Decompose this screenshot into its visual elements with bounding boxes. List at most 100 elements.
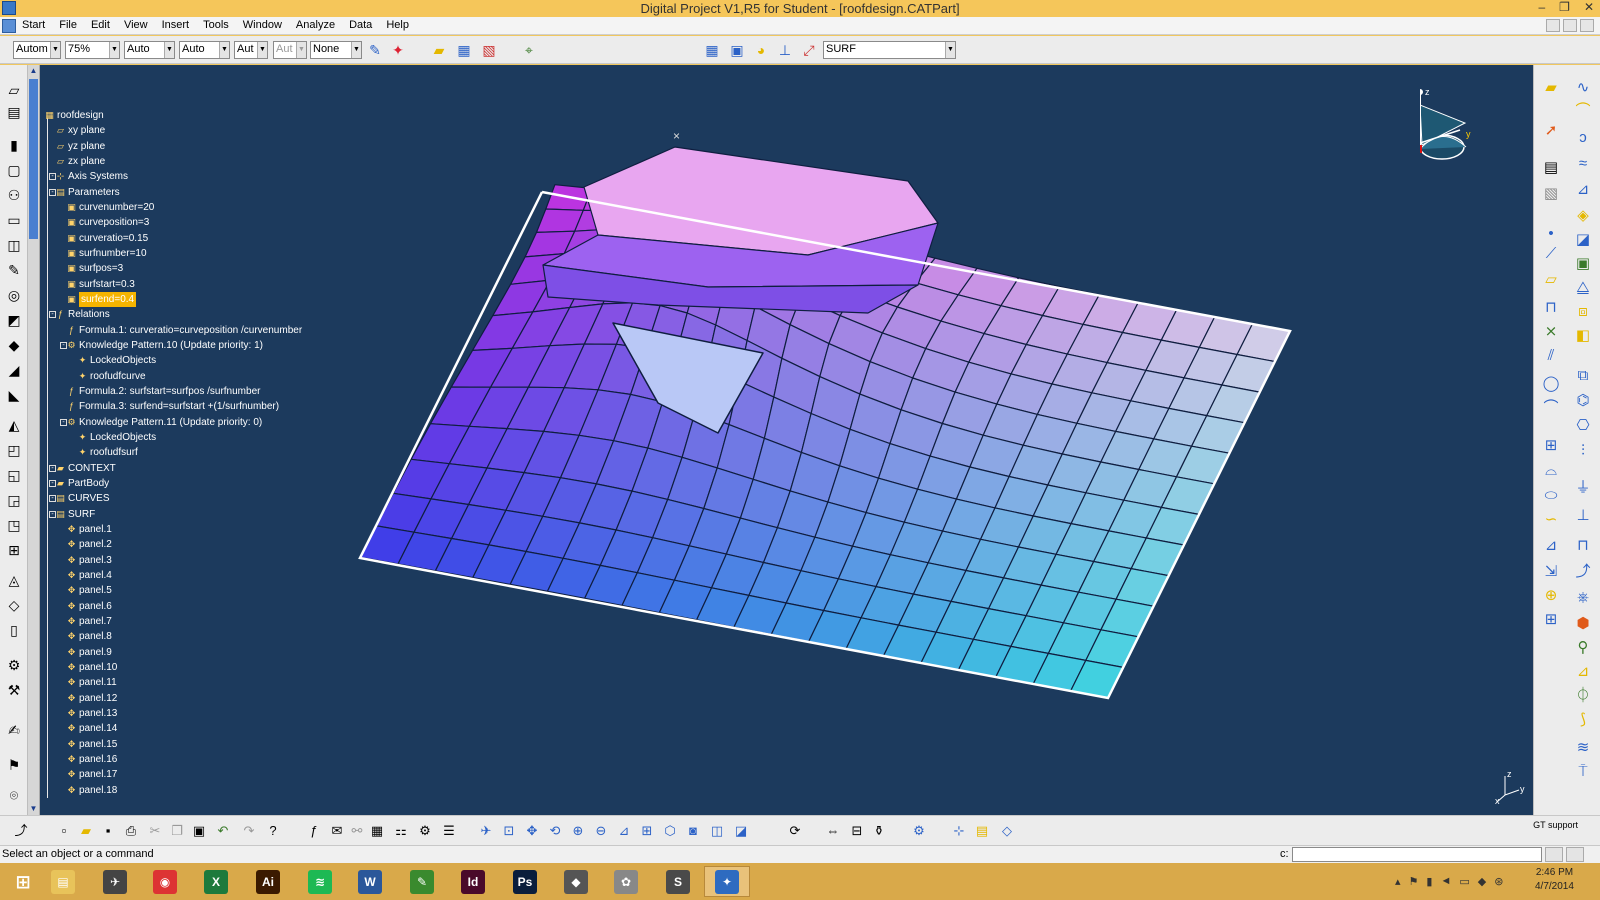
app-tray-icon[interactable]: ⊛: [1494, 875, 1503, 888]
whats-this-icon[interactable]: ⤴: [12, 822, 30, 840]
apply-material-icon[interactable]: ◇: [998, 822, 1016, 840]
tree-node[interactable]: ▱ xy plane: [55, 123, 105, 138]
analysis-icon[interactable]: ⌾: [4, 785, 24, 805]
tree-node[interactable]: ⚙ Knowledge Pattern.11 (Update priority: …: [66, 415, 262, 430]
tree-expander-icon[interactable]: -: [49, 480, 56, 487]
tree-node[interactable]: ✥ panel.2: [66, 537, 112, 552]
formula-tool-icon[interactable]: ƒ: [305, 822, 323, 840]
tree-node[interactable]: ƒ Formula.1: curveratio=curveposition /cu…: [66, 323, 302, 338]
tree-node[interactable]: ⊹ Axis Systems: [55, 169, 128, 184]
tree-node[interactable]: ✥ panel.4: [66, 568, 112, 583]
tree-node[interactable]: ✥ panel.16: [66, 752, 118, 767]
flag-icon[interactable]: ⚑: [4, 755, 24, 775]
tree-node[interactable]: ▣ surfstart=0.3: [66, 277, 135, 292]
ellipse-icon[interactable]: ⬭: [1540, 485, 1562, 507]
design-table-icon[interactable]: ▦: [368, 822, 386, 840]
projection-icon[interactable]: ⊓: [1540, 297, 1562, 319]
sketch-position-icon[interactable]: ▤: [4, 102, 24, 122]
invert-icon[interactable]: ⏀: [1572, 685, 1594, 707]
connect-icon[interactable]: ⊞: [1540, 435, 1562, 457]
tree-node[interactable]: ⚙ Knowledge Pattern.10 (Update priority: …: [66, 338, 263, 353]
undo-icon[interactable]: ↶: [214, 822, 232, 840]
boundary-icon[interactable]: ⊓: [1572, 535, 1594, 557]
snap-icon[interactable]: ▧: [480, 41, 498, 59]
extrude-icon[interactable]: ⊿: [1572, 179, 1594, 201]
ordered-set-icon[interactable]: ▧: [1540, 183, 1562, 205]
tree-node[interactable]: ▦ roofdesign: [44, 108, 103, 123]
taskbar-app[interactable]: ✎: [399, 866, 445, 897]
document-icon[interactable]: [2, 19, 16, 33]
zoom-out-icon[interactable]: ⊖: [592, 822, 610, 840]
pencil-icon[interactable]: ✎: [4, 260, 24, 280]
axis-to-axis-icon[interactable]: ⚲: [1572, 637, 1594, 659]
transparency-combo[interactable]: 75% ▼: [65, 41, 120, 59]
healing-icon[interactable]: ⌬: [1572, 390, 1594, 412]
linetype-combo[interactable]: Auto ▼: [124, 41, 175, 59]
shaft-icon[interactable]: ◫: [4, 235, 24, 255]
action-center-icon[interactable]: ⚑: [1409, 875, 1419, 888]
set-tool-icon[interactable]: ☰: [440, 822, 458, 840]
revolve-icon[interactable]: ◈: [1572, 205, 1594, 227]
tree-expander-icon[interactable]: -: [49, 311, 56, 318]
tree-expander-icon[interactable]: -: [49, 511, 56, 518]
compass-tool-icon[interactable]: ⤢: [800, 41, 818, 59]
fly-mode-icon[interactable]: ✈: [477, 822, 495, 840]
mdi-close-button[interactable]: [1580, 19, 1594, 32]
scroll-up-icon[interactable]: ▲: [28, 65, 39, 77]
tree-node[interactable]: ▰ CONTEXT: [55, 461, 116, 476]
select-arrow-icon[interactable]: ➚: [1540, 120, 1562, 142]
tree-node[interactable]: ✥ panel.12: [66, 691, 118, 706]
tree-node[interactable]: ✥ panel.18: [66, 783, 118, 798]
surface-icon[interactable]: ◬: [4, 570, 24, 590]
pan-icon[interactable]: ✥: [523, 822, 541, 840]
tree-node[interactable]: ✥ panel.14: [66, 721, 118, 736]
sweep-icon[interactable]: ◪: [1572, 229, 1594, 251]
plane-tool-icon[interactable]: ▰: [430, 41, 448, 59]
menu-file[interactable]: File: [57, 19, 89, 31]
menu-start[interactable]: Start: [20, 19, 57, 31]
taskbar-app[interactable]: ✿: [603, 866, 649, 897]
circle-icon[interactable]: ◯: [1540, 373, 1562, 395]
redo-icon[interactable]: ↷: [240, 822, 258, 840]
iso-view-icon[interactable]: ⬡: [661, 822, 679, 840]
tree-node[interactable]: ▣ curveratio=0.15: [66, 231, 148, 246]
grid-icon[interactable]: ▦: [703, 41, 721, 59]
thickness-icon[interactable]: ◱: [4, 465, 24, 485]
tree-expander-icon[interactable]: -: [60, 342, 67, 349]
menu-tools[interactable]: Tools: [201, 19, 241, 31]
law-icon[interactable]: ≋: [1572, 737, 1594, 759]
menu-insert[interactable]: Insert: [160, 19, 202, 31]
sew-icon[interactable]: ▯: [4, 620, 24, 640]
render-icon[interactable]: ◕: [752, 41, 770, 59]
taskbar-app[interactable]: ≋: [297, 866, 343, 897]
rib-icon[interactable]: ◩: [4, 310, 24, 330]
tree-node[interactable]: ▣ curvenumber=20: [66, 200, 154, 215]
line-icon[interactable]: ⟋: [1540, 243, 1562, 265]
tree-node[interactable]: ▣ curveposition=3: [66, 215, 149, 230]
helix-icon[interactable]: ↄ: [1572, 127, 1594, 149]
tree-node[interactable]: ƒ Relations: [55, 307, 110, 322]
corner-icon[interactable]: ⌒: [1540, 397, 1562, 419]
command-options-button[interactable]: [1566, 847, 1584, 862]
power-icon[interactable]: ▭: [1459, 875, 1469, 888]
near-icon[interactable]: ⟆: [1572, 709, 1594, 731]
taskbar-app[interactable]: Ai: [245, 866, 291, 897]
boolean-icon[interactable]: ⚙: [4, 655, 24, 675]
chamfer-icon[interactable]: ◣: [4, 385, 24, 405]
paste-icon[interactable]: ▣: [190, 822, 208, 840]
workbench-icon[interactable]: ⚙: [910, 822, 928, 840]
scroll-down-icon[interactable]: ▼: [28, 803, 39, 815]
menu-window[interactable]: Window: [241, 19, 294, 31]
taskbar-app[interactable]: ✈: [92, 866, 138, 897]
linewidth-combo[interactable]: Auto ▼: [179, 41, 230, 59]
clock[interactable]: 2:46 PM 4/7/2014: [1535, 866, 1574, 894]
inertia-icon[interactable]: ⚱: [870, 822, 888, 840]
shell-icon[interactable]: ◰: [4, 440, 24, 460]
measure-between-icon[interactable]: ⇔: [824, 822, 842, 840]
geometry-set-icon[interactable]: ▤: [1540, 157, 1562, 179]
sketch-icon[interactable]: ▱: [4, 80, 24, 100]
tree-node[interactable]: ▤ SURF: [55, 507, 95, 522]
help-icon[interactable]: ?: [264, 822, 282, 840]
brush-icon[interactable]: ✦: [389, 41, 407, 59]
print-icon[interactable]: ⎙: [122, 822, 140, 840]
